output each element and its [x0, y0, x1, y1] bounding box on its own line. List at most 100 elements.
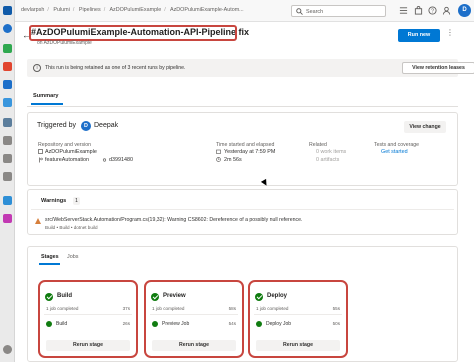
task-groups-icon[interactable] [3, 154, 12, 163]
stage-jobs-count: 1 job completed [46, 306, 79, 311]
job-duration: 54s [228, 321, 236, 326]
stage-divider [44, 314, 132, 315]
breadcrumb-org[interactable]: devlarpsh [21, 7, 44, 13]
tab-stages-indicator [39, 263, 60, 265]
info-icon: i [33, 64, 41, 72]
commit-id[interactable]: d3991480 [109, 157, 133, 163]
retention-text: This run is being retained as one of 3 r… [45, 65, 186, 71]
test-plans-icon[interactable] [3, 196, 12, 205]
work-items-link[interactable]: 0 work items [316, 149, 346, 155]
breadcrumb-separator: / [103, 7, 106, 13]
tab-jobs[interactable]: Jobs [67, 254, 78, 260]
job-name[interactable]: Preview Job [162, 321, 189, 327]
user-settings-icon[interactable] [442, 6, 451, 15]
stage-name: Deploy [267, 293, 288, 299]
job-success-icon [152, 321, 158, 327]
repo-icon [38, 149, 43, 154]
breadcrumb: devlarpsh / Pulumi / Pipelines / AzDOPulumi… [21, 7, 247, 13]
elapsed-time: 2m 56s [224, 157, 242, 163]
branch-name[interactable]: featureAutomation [45, 157, 89, 163]
help-icon[interactable]: ? [428, 6, 437, 15]
stage-card-deploy[interactable]: Deploy 1 job completed 55s Deploy Job 50… [248, 280, 348, 358]
left-nav-rail [0, 0, 15, 362]
repo-label: Repository and version [38, 142, 92, 148]
tab-summary[interactable]: Summary [33, 93, 59, 99]
job-success-icon [46, 321, 52, 327]
more-actions-icon[interactable]: ⋮ [446, 28, 454, 37]
trigger-user-avatar: D [81, 121, 91, 131]
job-duration: 26s [122, 321, 130, 326]
success-icon [45, 293, 53, 301]
search-input[interactable]: Search [291, 5, 386, 17]
stage-duration: 55s [332, 306, 340, 311]
repos-icon[interactable] [3, 62, 12, 71]
title-highlight-box [29, 25, 237, 41]
tests-label: Tests and coverage [374, 142, 419, 148]
pipelines-icon[interactable] [3, 80, 12, 89]
trigger-user-name: Deepak [94, 122, 119, 129]
clock-icon [216, 157, 221, 162]
breadcrumb-separator: / [164, 7, 166, 13]
breadcrumb-run[interactable]: AzDOPulumiExample-Autom... [170, 7, 244, 13]
pipelines-runs-icon[interactable] [3, 98, 12, 107]
job-duration: 50s [332, 321, 340, 326]
page-subtitle: on AzDOPulumiExample [37, 40, 92, 46]
library-icon[interactable] [3, 136, 12, 145]
warnings-divider [31, 209, 454, 210]
time-label: Time started and elapsed [216, 142, 275, 148]
warnings-count-badge: 1 [73, 197, 80, 205]
run-new-button[interactable]: Run new [398, 29, 440, 42]
success-icon [151, 293, 159, 301]
warnings-title: Warnings [41, 198, 67, 204]
stage-name: Preview [163, 293, 186, 299]
job-name[interactable]: Deploy Job [266, 321, 291, 327]
tab-stages[interactable]: Stages [41, 254, 59, 260]
avatar[interactable]: D [458, 4, 471, 17]
stage-duration: 37s [122, 306, 130, 311]
overview-icon[interactable] [3, 24, 12, 33]
settings-icon[interactable] [3, 345, 12, 354]
releases-icon[interactable] [3, 118, 12, 127]
stage-divider [150, 314, 238, 315]
breadcrumb-project[interactable]: Pulumi [53, 7, 69, 13]
view-change-button[interactable]: View change [404, 121, 446, 133]
commit-icon [102, 158, 107, 162]
artifacts-link[interactable]: 0 artifacts [316, 157, 339, 163]
shopping-bag-icon[interactable] [414, 6, 423, 15]
repo-name[interactable]: AzDOPulumiExample [45, 149, 97, 155]
warning-message[interactable]: src/WebServerStack.Automation/Program.cs… [45, 217, 302, 223]
triggered-by-label: Triggered by [37, 122, 77, 129]
breadcrumb-separator: / [72, 7, 75, 13]
stage-divider [254, 314, 342, 315]
breadcrumb-pipelines[interactable]: Pipelines [79, 7, 101, 13]
rerun-stage-button[interactable]: Rerun stage [256, 340, 340, 351]
rerun-stage-button[interactable]: Rerun stage [46, 340, 130, 351]
top-bar: devlarpsh / Pulumi / Pipelines / AzDOPulumi… [15, 0, 474, 22]
search-placeholder: Search [306, 8, 324, 15]
stage-duration: 58s [228, 306, 236, 311]
breadcrumb-separator: / [47, 7, 49, 13]
stage-name: Build [57, 293, 72, 299]
org-logo-icon[interactable] [3, 6, 12, 15]
stage-jobs-count: 1 job completed [152, 306, 185, 311]
breadcrumb-pipeline[interactable]: AzDOPulumiExample [109, 7, 161, 13]
tests-get-started-link[interactable]: Get started [381, 149, 408, 155]
stage-card-preview[interactable]: Preview 1 job completed 58s Preview Job … [144, 280, 244, 358]
job-name[interactable]: Build [56, 321, 67, 327]
list-icon[interactable] [399, 6, 408, 15]
deployment-groups-icon[interactable] [3, 172, 12, 181]
tab-summary-indicator [31, 103, 63, 105]
time-started: Yesterday at 7:59 PM [224, 149, 276, 155]
warning-source: Build • Build • dotnet build [45, 225, 98, 230]
branch-icon [39, 157, 43, 163]
view-retention-leases-button[interactable]: View retention leases [402, 62, 474, 74]
job-success-icon [256, 321, 262, 327]
svg-text:?: ? [431, 9, 434, 15]
tab-divider [27, 106, 458, 107]
boards-icon[interactable] [3, 44, 12, 53]
stage-card-build[interactable]: Build 1 job completed 37s Build 26s Reru… [38, 280, 138, 358]
rerun-stage-button[interactable]: Rerun stage [152, 340, 236, 351]
artifacts-icon[interactable] [3, 214, 12, 223]
retention-banner: i This run is being retained as one of 3… [27, 59, 474, 77]
related-label: Related [309, 142, 327, 148]
